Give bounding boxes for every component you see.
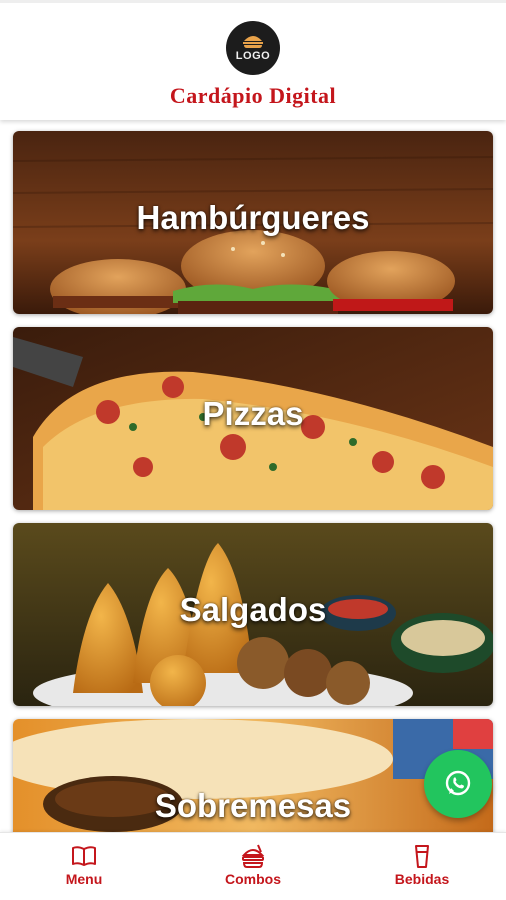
whatsapp-button[interactable] bbox=[424, 750, 492, 818]
category-label: Sobremesas bbox=[154, 787, 352, 824]
nav-item-combos[interactable]: Combos bbox=[193, 843, 313, 887]
bottom-nav: Menu Combos Bebidas bbox=[0, 832, 506, 900]
drink-icon bbox=[415, 845, 429, 868]
nav-label: Combos bbox=[225, 871, 281, 887]
nav-label: Menu bbox=[65, 871, 103, 887]
book-icon bbox=[72, 846, 96, 866]
combo-icon bbox=[241, 844, 265, 868]
category-label: Pizzas bbox=[202, 395, 304, 432]
category-list: Hambúrgueres Pizzas Salgados Sobremesas bbox=[0, 120, 506, 832]
logo[interactable]: LOGO bbox=[226, 21, 280, 75]
whatsapp-icon bbox=[445, 770, 471, 796]
nav-item-bebidas[interactable]: Bebidas bbox=[362, 843, 482, 887]
nav-item-menu[interactable]: Menu bbox=[24, 843, 144, 887]
category-card-sobremesas[interactable]: Sobremesas bbox=[13, 719, 493, 832]
category-label: Salgados bbox=[179, 591, 327, 628]
logo-text: LOGO bbox=[235, 50, 271, 62]
header: LOGO Cardápio Digital bbox=[0, 0, 506, 120]
category-card-salgados[interactable]: Salgados bbox=[13, 523, 493, 706]
category-card-hamburgueres[interactable]: Hambúrgueres bbox=[13, 131, 493, 314]
category-label: Hambúrgueres bbox=[136, 199, 370, 236]
page-title: Cardápio Digital bbox=[169, 83, 337, 108]
category-card-pizzas[interactable]: Pizzas bbox=[13, 327, 493, 510]
nav-label: Bebidas bbox=[394, 871, 450, 887]
burger-icon bbox=[243, 36, 263, 48]
